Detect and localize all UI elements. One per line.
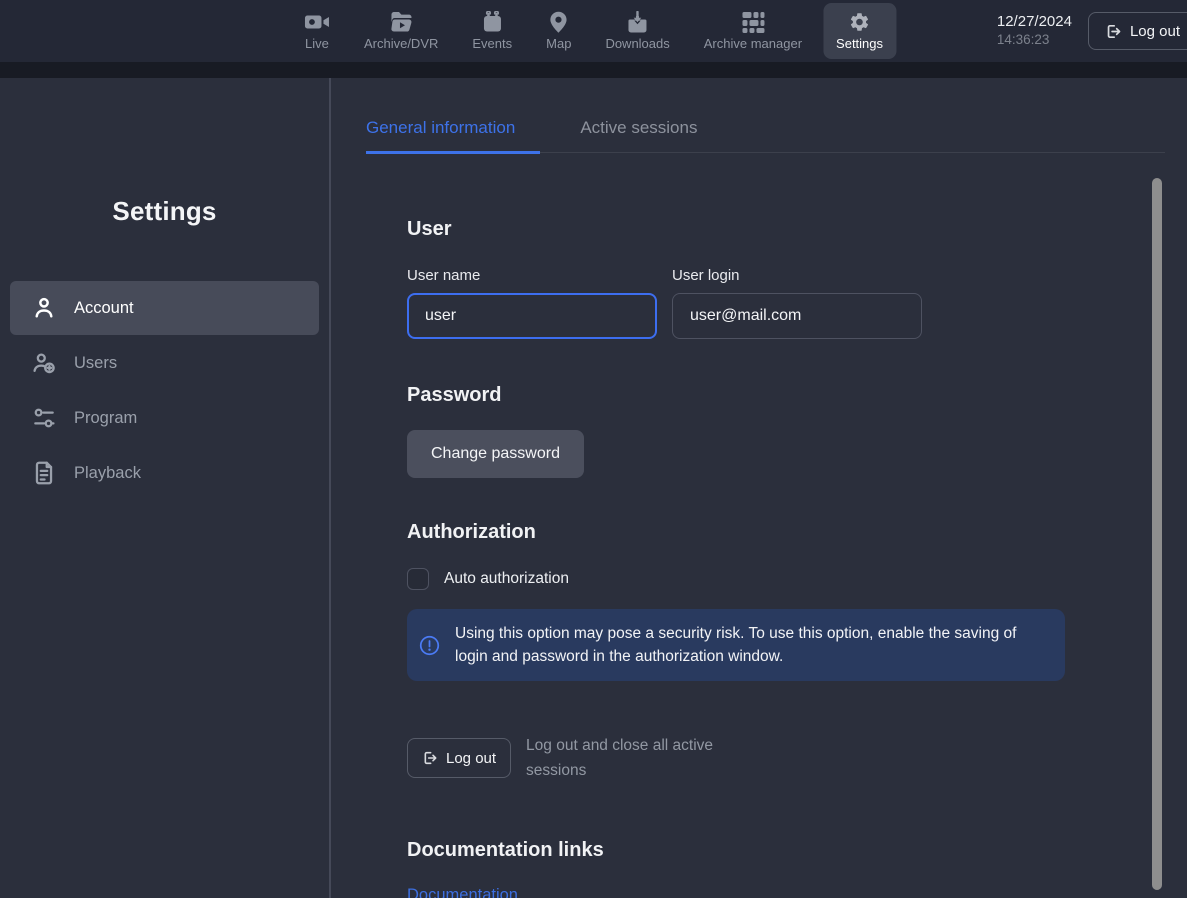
main-nav: Live Archive/DVR Events Map Downloads Ar… xyxy=(291,0,896,62)
nav-item-events[interactable]: Events xyxy=(459,3,525,59)
nav-item-label: Archive manager xyxy=(704,36,802,51)
nav-item-label: Archive/DVR xyxy=(364,36,438,51)
logout-button-label: Log out xyxy=(1130,23,1180,40)
logout-button-label: Log out xyxy=(446,750,496,767)
nav-item-archive-dvr[interactable]: Archive/DVR xyxy=(351,3,451,59)
login-input[interactable] xyxy=(672,293,922,339)
logout-description: Log out and close all active sessions xyxy=(526,733,746,783)
sidebar-item-playback[interactable]: Playback xyxy=(10,446,319,500)
download-box-icon xyxy=(628,11,648,33)
documentation-section-heading: Documentation links xyxy=(407,838,1065,862)
username-input[interactable] xyxy=(407,293,657,339)
security-warning-text: Using this option may pose a security ri… xyxy=(455,622,1047,668)
folder-play-icon xyxy=(389,11,413,33)
sidebar-item-label: Playback xyxy=(74,464,141,483)
person-icon xyxy=(31,295,57,321)
sidebar-item-account[interactable]: Account xyxy=(10,281,319,335)
nav-item-label: Settings xyxy=(836,36,883,51)
sidebar-item-program[interactable]: Program xyxy=(10,391,319,445)
nav-item-settings[interactable]: Settings xyxy=(823,3,896,59)
username-field-group: User name xyxy=(407,267,657,339)
blocks-grid-icon xyxy=(741,11,765,33)
person-add-icon xyxy=(31,350,57,376)
user-section-heading: User xyxy=(407,217,1065,241)
sliders-icon xyxy=(31,405,57,431)
nav-item-downloads[interactable]: Downloads xyxy=(592,3,682,59)
current-date: 12/27/2024 xyxy=(997,13,1072,32)
nav-item-label: Map xyxy=(546,36,571,51)
sidebar-item-label: Program xyxy=(74,409,137,428)
logout-icon xyxy=(1105,23,1122,40)
nav-item-label: Downloads xyxy=(605,36,669,51)
login-label: User login xyxy=(672,267,922,285)
authorization-section-heading: Authorization xyxy=(407,520,1065,544)
account-tabs: General information Active sessions xyxy=(366,118,1165,153)
tab-active-sessions[interactable]: Active sessions xyxy=(580,118,722,154)
settings-sidebar: Settings Account Users Program Playback xyxy=(0,78,331,898)
username-label: User name xyxy=(407,267,657,285)
auto-authorization-label: Auto authorization xyxy=(444,570,569,588)
content-area: Settings Account Users Program Playback … xyxy=(0,78,1187,898)
video-camera-icon xyxy=(304,11,330,33)
sidebar-item-label: Users xyxy=(74,354,117,373)
map-pin-icon xyxy=(550,11,568,33)
auto-authorization-row[interactable]: Auto authorization xyxy=(407,568,1065,590)
login-field-group: User login xyxy=(672,267,922,339)
topbar-right-group: 12/27/2024 14:36:23 Log out xyxy=(997,0,1187,62)
gear-icon xyxy=(849,11,871,33)
logout-button-main[interactable]: Log out xyxy=(407,738,511,778)
password-section-heading: Password xyxy=(407,383,1065,407)
events-icon xyxy=(481,11,503,33)
auto-authorization-checkbox[interactable] xyxy=(407,568,429,590)
nav-item-archive-manager[interactable]: Archive manager xyxy=(691,3,815,59)
nav-item-label: Events xyxy=(472,36,512,51)
sidebar-title: Settings xyxy=(0,196,329,227)
nav-item-label: Live xyxy=(305,36,329,51)
vertical-scrollbar-thumb[interactable] xyxy=(1152,178,1162,890)
change-password-button[interactable]: Change password xyxy=(407,430,584,478)
sidebar-item-users[interactable]: Users xyxy=(10,336,319,390)
sidebar-menu: Account Users Program Playback xyxy=(0,281,329,500)
account-sections: User User name User login Password Chang… xyxy=(407,217,1065,898)
current-time: 14:36:23 xyxy=(997,32,1072,49)
logout-icon xyxy=(422,750,438,766)
tab-general-information[interactable]: General information xyxy=(366,118,540,154)
documentation-link[interactable]: Documentation xyxy=(407,886,518,898)
user-fields-row: User name User login xyxy=(407,267,1065,339)
logout-button-topbar[interactable]: Log out xyxy=(1088,12,1187,50)
sidebar-item-label: Account xyxy=(74,299,134,318)
info-icon xyxy=(419,635,440,656)
datetime-display: 12/27/2024 14:36:23 xyxy=(997,13,1072,49)
logout-row: Log out Log out and close all active ses… xyxy=(407,733,1065,783)
top-navigation-bar: Live Archive/DVR Events Map Downloads Ar… xyxy=(0,0,1187,62)
security-warning-banner: Using this option may pose a security ri… xyxy=(407,609,1065,681)
document-icon xyxy=(31,460,57,486)
nav-item-map[interactable]: Map xyxy=(533,3,584,59)
topbar-divider-strip xyxy=(0,62,1187,78)
account-settings-panel: General information Active sessions User… xyxy=(331,78,1187,898)
nav-item-live[interactable]: Live xyxy=(291,3,343,59)
